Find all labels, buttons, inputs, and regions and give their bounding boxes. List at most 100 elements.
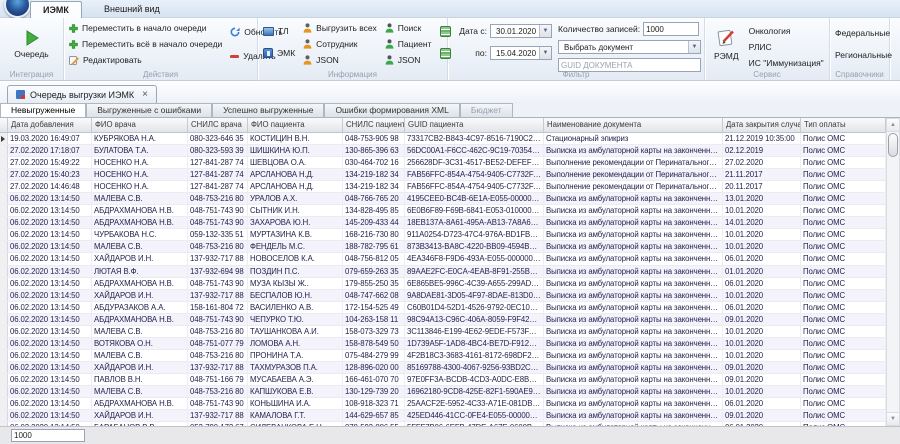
cell: 06.02.2020 13:14:50 — [8, 314, 92, 325]
cell: МУЗА КЫЗЫ Ж.. — [248, 278, 343, 289]
column-header-2[interactable]: СНИЛС врача — [188, 118, 248, 133]
subtab-1[interactable]: Выгруженные с ошибками — [86, 103, 212, 117]
column-header-1[interactable]: ФИО врача — [92, 118, 188, 133]
emk-icon — [263, 48, 273, 58]
document-select[interactable]: Выбрать документ ▼ — [558, 40, 701, 54]
group-label-service: Сервис — [705, 69, 829, 80]
cell: Выписка из амбулаторной карты на законче… — [544, 229, 723, 240]
table-row[interactable]: 06.02.2020 13:14:50АБДРАХМАНОВА Н.В.048-… — [0, 278, 886, 290]
emk-button[interactable]: ЭМК — [263, 46, 295, 60]
regional-button[interactable]: Региональные — [835, 48, 884, 62]
table-row[interactable]: 06.02.2020 13:14:50АБДРАХМАНОВА Н.В.048-… — [0, 314, 886, 326]
queue-button[interactable]: Очередь — [5, 21, 58, 67]
cell: 16962180-9CD8-425E-82F1-590AE9CE7... — [405, 386, 544, 397]
json-right-button[interactable]: JSON — [385, 53, 432, 67]
column-header-7[interactable]: Дата закрытия случая — [723, 118, 801, 133]
footer-filter-input[interactable] — [12, 431, 84, 440]
records-count-input[interactable] — [644, 25, 698, 34]
chevron-down-icon[interactable]: ▼ — [539, 25, 551, 37]
tl-button[interactable]: ТЛ — [263, 24, 295, 38]
cell: 911A0254-D723-47C4-976A-BD1FB70B5... — [405, 229, 544, 240]
move-all-top-button[interactable]: Переместить всё в начало очереди — [69, 37, 222, 51]
table-row[interactable]: 06.02.2020 13:14:50АБДРАХМАНОВА Н.В.048-… — [0, 398, 886, 410]
column-header-4[interactable]: СНИЛС пациента — [343, 118, 405, 133]
date-from-picker[interactable]: 30.01.2020 ▼ — [490, 24, 552, 38]
table-row[interactable]: 06.02.2020 13:14:50АБДРАХМАНОВА Н.В.048-… — [0, 217, 886, 229]
scroll-down-icon[interactable]: ▼ — [887, 412, 899, 425]
table-row[interactable]: 06.02.2020 13:14:50ХАЙДАРОВ И.Н.137-932-… — [0, 253, 886, 265]
cell: FAB56FFC-854A-4754-9405-C7732FA33... — [405, 181, 544, 192]
federal-button[interactable]: Федеральные — [835, 26, 884, 40]
table-row[interactable]: 06.02.2020 13:14:50МАЛЕВА С.В.048-753-21… — [0, 350, 886, 362]
edit-button[interactable]: Редактировать — [69, 53, 222, 67]
cell: 079-659-263 35 — [343, 266, 405, 277]
vertical-scrollbar[interactable]: ▲ ▼ — [886, 118, 900, 426]
table-row[interactable]: 27.02.2020 14:46:48НОСЕНКО Н.А.127-841-2… — [0, 181, 886, 193]
cell: МУСАБАЕВА А.Э. — [248, 374, 343, 385]
subtab-2[interactable]: Успешно выгруженные — [212, 103, 324, 117]
scroll-up-icon[interactable]: ▲ — [887, 119, 899, 132]
date-to-picker[interactable]: 15.04.2020 ▼ — [490, 46, 552, 60]
app-menu-button[interactable] — [4, 0, 31, 18]
table-row[interactable]: 06.02.2020 13:14:50АБДУРАЗАКОВ А.А.158-1… — [0, 302, 886, 314]
rlis-button[interactable]: РЛИС — [749, 40, 824, 54]
cell: 3C113846-E199-4E62-9EDE-F573FA983... — [405, 326, 544, 337]
cell: Полис ОМС — [801, 266, 886, 277]
cell: Полис ОМС — [801, 278, 886, 289]
export-all-button[interactable]: Выгрузить всех — [303, 21, 377, 35]
table-row[interactable]: 06.02.2020 13:14:50ХАЙДАРОВ И.Н.137-932-… — [0, 290, 886, 302]
oncology-button[interactable]: Онкология — [749, 24, 824, 38]
cell: Выписка из амбулаторной карты на законче… — [544, 398, 723, 409]
close-icon[interactable]: × — [142, 90, 148, 100]
column-header-3[interactable]: ФИО пациента — [248, 118, 343, 133]
table-row[interactable]: 06.02.2020 13:14:50ЧУРБАКОВА Н.С.059-132… — [0, 229, 886, 241]
subtab-0[interactable]: Невыгруженные — [0, 103, 86, 117]
scrollbar-thumb[interactable] — [888, 133, 898, 157]
cell: 27.02.2020 — [723, 157, 801, 168]
move-top-button[interactable]: Переместить в начало очереди — [69, 21, 222, 35]
table-row[interactable]: 27.02.2020 15:40:23НОСЕНКО Н.А.127-841-2… — [0, 169, 886, 181]
remd-button[interactable]: РЭМД — [710, 21, 743, 67]
employee-button[interactable]: Сотрудник — [303, 37, 377, 51]
table-row[interactable]: 27.02.2020 15:49:22НОСЕНКО Н.А.127-841-2… — [0, 157, 886, 169]
table-row[interactable]: 27.02.2020 17:18:07БУЛАТОВА Т.А.080-323-… — [0, 145, 886, 157]
group-actions: Переместить в начало очереди Переместить… — [64, 18, 258, 80]
table-row[interactable]: 06.02.2020 13:14:50МАЛЕВА С.В.048-753-21… — [0, 326, 886, 338]
cell: 10.01.2020 — [723, 338, 801, 349]
table-row[interactable]: 06.02.2020 13:14:50ХАЙДАРОВ И.Н.137-932-… — [0, 410, 886, 422]
cell: Полис ОМС — [801, 133, 886, 144]
cell: 06.02.2020 13:14:50 — [8, 410, 92, 421]
column-header-5[interactable]: GUID пациента — [405, 118, 544, 133]
table-row[interactable]: 19.03.2020 16:49:07КУБРЯКОВА Н.А.080-323… — [0, 133, 886, 145]
ribbon-tab-appearance[interactable]: Внешний вид — [92, 1, 172, 18]
search-button[interactable]: Поиск — [385, 21, 432, 35]
cell: 104-263-158 11 — [343, 314, 405, 325]
cell: ЛОМОВА А.Н. — [248, 338, 343, 349]
table-row[interactable]: 06.02.2020 13:14:50ЛЮТАЯ В.Ф.137-932-694… — [0, 266, 886, 278]
cell: Полис ОМС — [801, 193, 886, 204]
document-tab[interactable]: Очередь выгрузки ИЭМК × — [7, 85, 157, 103]
cell: Выписка из амбулаторной карты на законче… — [544, 278, 723, 289]
cell: АБДУРАЗАКОВ А.А. — [92, 302, 188, 313]
chevron-down-icon[interactable]: ▼ — [539, 47, 551, 59]
cell: 06.02.2020 13:14:50 — [8, 302, 92, 313]
table-row[interactable]: 06.02.2020 13:14:50ХАЙДАРОВ И.Н.137-932-… — [0, 362, 886, 374]
json-left-button[interactable]: JSON — [303, 53, 377, 67]
table-row[interactable]: 06.02.2020 13:14:50МАЛЕВА С.В.048-753-21… — [0, 193, 886, 205]
subtab-3[interactable]: Ошибки формирования XML — [324, 103, 459, 117]
patient-button[interactable]: Пациент — [385, 37, 432, 51]
cell: КОНЬШИНА И.А. — [248, 398, 343, 409]
immunization-button[interactable]: ИС "Иммунизация" — [749, 56, 824, 70]
table-row[interactable]: 06.02.2020 13:14:50ПАВЛОВ В.Н.048-751-16… — [0, 374, 886, 386]
cell: 4195CEE0-BC4B-6E1A-E055-000000000... — [405, 193, 544, 204]
chevron-down-icon[interactable]: ▼ — [688, 41, 700, 53]
table-row[interactable]: 06.02.2020 13:14:50МАЛЕВА С.В.048-753-21… — [0, 241, 886, 253]
table-row[interactable]: 06.02.2020 13:14:50ВОТЯКОВА О.Н.048-751-… — [0, 338, 886, 350]
table-row[interactable]: 06.02.2020 13:14:50АБДРАХМАНОВА Н.В.048-… — [0, 205, 886, 217]
group-information: ТЛ ЭМК Выгрузить всех Сотрудник — [258, 18, 448, 80]
column-header-8[interactable]: Тип оплаты — [801, 118, 886, 133]
table-row[interactable]: 06.02.2020 13:14:50МАЛЕВА С.В.048-753-21… — [0, 386, 886, 398]
column-header-6[interactable]: Наименование документа — [544, 118, 723, 133]
column-header-0[interactable]: Дата добавления — [8, 118, 92, 133]
ribbon-tab-iemk[interactable]: ИЭМК — [30, 1, 82, 18]
